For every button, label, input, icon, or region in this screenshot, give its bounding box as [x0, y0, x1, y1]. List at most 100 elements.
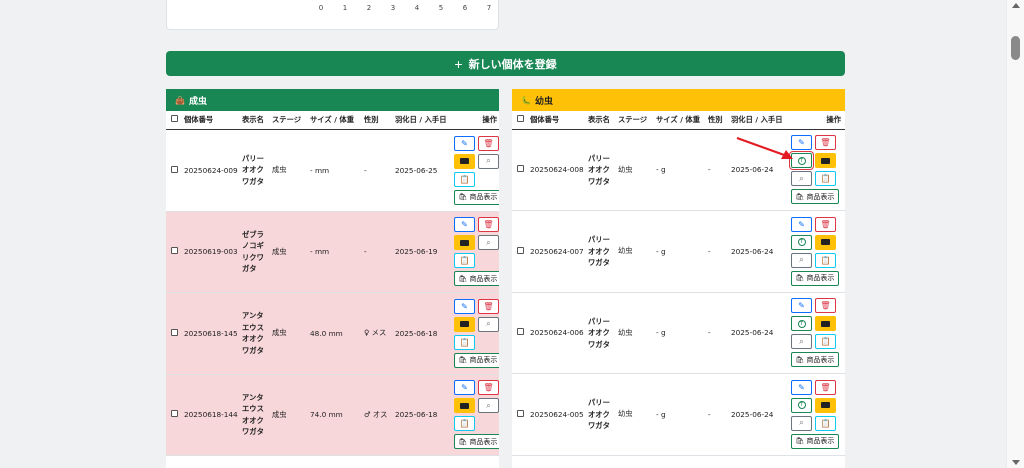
- product-display-button[interactable]: 🛍 商品表示: [791, 189, 839, 205]
- table-row: 20250624-009 パリーオオクワガタ 成虫 - mm - 2025-06…: [166, 129, 499, 211]
- row-checkbox[interactable]: [171, 247, 178, 255]
- delete-button[interactable]: 🗑: [478, 298, 499, 314]
- page-scrollbar[interactable]: [1006, 0, 1024, 468]
- clipboard-icon: 📋: [459, 419, 470, 429]
- archive-button[interactable]: [815, 397, 836, 413]
- product-label: 商品表示: [469, 274, 498, 283]
- row-checkbox[interactable]: [171, 328, 178, 336]
- evolve-stage-button[interactable]: ↑: [791, 234, 812, 250]
- scroll-thumb[interactable]: [1011, 36, 1020, 60]
- delete-button[interactable]: 🗑: [815, 298, 836, 314]
- select-all-checkbox[interactable]: [171, 115, 178, 123]
- bag-icon: 🛍: [795, 192, 805, 201]
- row-checkbox[interactable]: [517, 409, 524, 417]
- clipboard-button[interactable]: 📋: [454, 253, 475, 269]
- archive-button[interactable]: [815, 153, 836, 169]
- larva-table: 個体番号 表示名 ステージ サイズ / 体重 性別 羽化日 / 入手日 操作 2…: [512, 111, 845, 456]
- product-display-button[interactable]: 🛍 商品表示: [454, 352, 499, 368]
- search-button[interactable]: ⌕: [478, 398, 499, 414]
- search-icon: ⌕: [486, 319, 491, 329]
- archive-button[interactable]: [454, 235, 475, 251]
- clipboard-button[interactable]: 📋: [815, 415, 836, 431]
- archive-button[interactable]: [454, 316, 475, 332]
- product-display-button[interactable]: 🛍 商品表示: [454, 434, 499, 450]
- row-checkbox[interactable]: [517, 246, 524, 254]
- table-row: 20250624-008 パリーオオクワガタ 幼虫 - g - 2025-06-…: [512, 129, 845, 211]
- box-icon: [460, 158, 469, 164]
- search-button[interactable]: ⌕: [791, 252, 812, 268]
- row-id: 20250624-005: [530, 409, 584, 419]
- search-button[interactable]: ⌕: [791, 415, 812, 431]
- bag-icon: 🛍: [458, 356, 468, 365]
- delete-button[interactable]: 🗑: [478, 135, 499, 151]
- evolve-stage-button[interactable]: ↑: [791, 316, 812, 332]
- row-date: 2025-06-24: [731, 409, 774, 419]
- clipboard-button[interactable]: 📋: [815, 171, 836, 187]
- row-stage: 幼虫: [618, 246, 633, 256]
- row-date: 2025-06-24: [731, 328, 774, 338]
- register-new-individual-button[interactable]: + 新しい個体を登録: [166, 51, 845, 76]
- product-display-button[interactable]: 🛍 商品表示: [454, 271, 499, 287]
- table-header-row: 個体番号 表示名 ステージ サイズ / 体重 性別 羽化日 / 入手日 操作: [166, 111, 499, 130]
- edit-button[interactable]: ✎: [454, 135, 475, 151]
- clipboard-button[interactable]: 📋: [454, 334, 475, 350]
- product-display-button[interactable]: 🛍 商品表示: [791, 270, 839, 286]
- delete-button[interactable]: 🗑: [815, 135, 836, 151]
- row-stage: 幼虫: [618, 409, 633, 419]
- archive-button[interactable]: [454, 153, 475, 169]
- archive-button[interactable]: [815, 234, 836, 250]
- archive-button[interactable]: [454, 398, 475, 414]
- edit-button[interactable]: ✎: [454, 380, 475, 396]
- product-label: 商品表示: [806, 355, 835, 364]
- evolve-stage-button[interactable]: ↑: [791, 397, 812, 413]
- edit-button[interactable]: ✎: [791, 298, 812, 314]
- edit-button[interactable]: ✎: [791, 379, 812, 395]
- clipboard-button[interactable]: 📋: [815, 334, 836, 350]
- clipboard-icon: 📋: [820, 255, 831, 265]
- clipboard-icon: 📋: [459, 174, 470, 184]
- delete-button[interactable]: 🗑: [815, 216, 836, 232]
- select-all-checkbox[interactable]: [517, 115, 524, 123]
- delete-button[interactable]: 🗑: [478, 380, 499, 396]
- row-size: - g: [656, 246, 666, 256]
- scroll-down-arrow[interactable]: [1012, 460, 1020, 465]
- x-tick: 5: [438, 4, 444, 12]
- col-name-header: 表示名: [240, 111, 270, 130]
- product-display-button[interactable]: 🛍 商品表示: [791, 433, 839, 449]
- pencil-icon: ✎: [461, 301, 468, 311]
- clipboard-button[interactable]: 📋: [454, 171, 475, 187]
- x-tick: 2: [366, 4, 372, 12]
- col-sex-header: 性別: [706, 111, 729, 130]
- bag-icon: 🛍: [458, 437, 468, 446]
- search-button[interactable]: ⌕: [791, 334, 812, 350]
- row-checkbox[interactable]: [517, 328, 524, 336]
- col-date-header: 羽化日 / 入手日: [393, 111, 452, 130]
- scroll-up-arrow[interactable]: [1012, 3, 1020, 8]
- archive-button[interactable]: [815, 316, 836, 332]
- search-button[interactable]: ⌕: [478, 235, 499, 251]
- search-icon: ⌕: [486, 400, 491, 410]
- clipboard-button[interactable]: 📋: [815, 252, 836, 268]
- row-checkbox[interactable]: [517, 165, 524, 173]
- trash-icon: 🗑: [483, 220, 494, 230]
- clipboard-button[interactable]: 📋: [454, 416, 475, 432]
- evolve-stage-button[interactable]: ↑: [789, 151, 814, 171]
- row-id: 20250618-144: [184, 410, 238, 420]
- delete-button[interactable]: 🗑: [478, 217, 499, 233]
- edit-button[interactable]: ✎: [791, 216, 812, 232]
- row-checkbox[interactable]: [171, 410, 178, 418]
- search-button[interactable]: ⌕: [791, 171, 812, 187]
- row-date: 2025-06-19: [395, 247, 438, 257]
- product-display-button[interactable]: 🛍 商品表示: [791, 352, 839, 368]
- edit-button[interactable]: ✎: [454, 217, 475, 233]
- product-display-button[interactable]: 🛍 商品表示: [454, 189, 499, 205]
- larva-panel-header: 🐛 幼虫: [512, 89, 845, 111]
- search-button[interactable]: ⌕: [478, 153, 499, 169]
- row-checkbox[interactable]: [171, 165, 178, 173]
- edit-button[interactable]: ✎: [791, 135, 812, 151]
- x-tick: 7: [486, 4, 492, 12]
- search-button[interactable]: ⌕: [478, 316, 499, 332]
- delete-button[interactable]: 🗑: [815, 379, 836, 395]
- row-sex: -: [708, 328, 711, 338]
- edit-button[interactable]: ✎: [454, 298, 475, 314]
